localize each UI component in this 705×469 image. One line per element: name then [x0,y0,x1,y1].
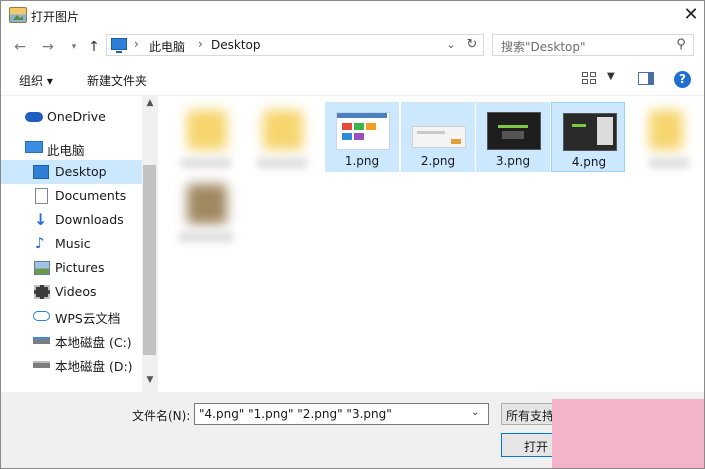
sidebar-item-label: Videos [55,284,97,299]
folder-icon [187,110,227,150]
view-options-dropdown-icon[interactable]: ▼ [607,71,615,82]
search-placeholder[interactable]: 搜索"Desktop" [501,38,586,55]
image-thumbnail-2 [412,126,466,148]
open-button-label: 打开 [524,440,549,454]
sidebar-scroll-thumb[interactable] [143,165,156,355]
change-view-icon[interactable] [582,72,598,86]
sidebar-item-videos[interactable]: Videos [1,280,142,304]
scroll-up-icon[interactable]: ▲ [142,98,158,108]
file-name: 4.png [571,155,607,169]
filename-value[interactable]: "4.png" "1.png" "2.png" "3.png" [199,407,392,421]
watermark-overlay [552,399,704,468]
sidebar-item-label: Music [55,236,91,251]
breadcrumb-separator-icon[interactable]: › [134,37,139,51]
picture-app-icon [9,7,27,23]
blurred-file-item[interactable] [179,184,233,242]
desktop-icon [33,165,49,179]
sidebar-item-pictures[interactable]: Pictures [1,256,142,280]
filename-field[interactable]: "4.png" "1.png" "2.png" "3.png" ⌄ [194,403,489,425]
image-thumbnail-3 [487,112,541,150]
drive-icon [33,337,50,344]
file-name: 3.png [495,154,531,168]
sidebar-item-label: 本地磁盘 (D:) [55,359,133,374]
sidebar-item-music[interactable]: ♪ Music [1,232,142,256]
organize-menu-button[interactable]: 组织 ▾ [19,72,53,89]
refresh-icon[interactable]: ↻ [463,36,481,54]
sidebar-item-this-pc[interactable]: 此电脑 [1,136,142,160]
folder-icon [263,110,303,150]
computer-icon [111,38,127,53]
pictures-icon [34,261,50,275]
title-bar: 打开图片 ✕ [1,1,704,31]
open-image-dialog: 打开图片 ✕ ← → ▾ ↑ › 此电脑 › Desktop ⌄ ↻ 搜索"De… [0,0,705,469]
sidebar-item-label: OneDrive [47,109,106,124]
address-bar[interactable]: › 此电脑 › Desktop ⌄ ↻ [106,34,484,56]
sidebar-item-label: Downloads [55,212,124,227]
search-box[interactable]: 搜索"Desktop" ⚲ [492,34,694,56]
breadcrumb-separator-icon[interactable]: › [198,37,203,51]
help-icon[interactable]: ? [674,71,691,88]
file-tile[interactable]: 3.png [476,102,550,172]
sidebar-item-downloads[interactable]: ↓ Downloads [1,208,142,232]
sidebar-item-label: Desktop [55,164,107,179]
breadcrumb-desktop[interactable]: Desktop [211,38,261,52]
search-icon[interactable]: ⚲ [673,37,689,53]
file-name: 2.png [420,154,456,168]
folder-icon [649,110,683,150]
navigation-pane: OneDrive 此电脑 Desktop Documents ↓ Downloa… [1,96,158,392]
chevron-down-icon[interactable]: ⌄ [471,407,479,418]
file-list: 1.png 2.png 3.png 4.png [159,96,704,392]
command-bar: 组织 ▾ 新建文件夹 ▼ ? [1,65,704,96]
recent-locations-chevron-icon[interactable]: ▾ [65,38,83,56]
sidebar-item-documents[interactable]: Documents [1,184,142,208]
documents-icon [35,188,48,204]
blurred-file-item[interactable] [649,110,689,168]
scroll-down-icon[interactable]: ▼ [142,375,158,385]
close-icon[interactable]: ✕ [679,3,703,27]
sidebar-item-drive-d[interactable]: 本地磁盘 (D:) [1,352,142,376]
forward-arrow-icon[interactable]: → [39,38,57,56]
sidebar-item-label: WPS云文档 [55,311,121,326]
music-icon: ♪ [35,234,45,252]
file-name: 1.png [344,154,380,168]
window-title: 打开图片 [31,10,80,24]
back-arrow-icon[interactable]: ← [11,38,29,56]
download-icon: ↓ [34,210,48,229]
sidebar-item-label: 此电脑 [47,143,85,158]
up-arrow-icon[interactable]: ↑ [85,38,103,56]
cloud-icon [25,112,43,122]
sidebar-item-wps-cloud[interactable]: WPS云文档 [1,304,142,328]
sidebar-item-label: Documents [55,188,127,203]
breadcrumb-this-pc[interactable]: 此电脑 [149,38,185,55]
image-thumbnail-1 [336,112,390,150]
blurred-file-item[interactable] [181,110,231,168]
sidebar-item-onedrive[interactable]: OneDrive [1,105,142,129]
drive-icon [33,361,50,368]
sidebar-item-label: 本地磁盘 (C:) [55,335,132,350]
image-thumbnail-4 [563,113,617,151]
sidebar-item-desktop[interactable]: Desktop [1,160,142,184]
preview-pane-icon[interactable] [638,72,654,85]
file-tile[interactable]: 1.png [325,102,399,172]
address-dropdown-icon[interactable]: ⌄ [443,37,459,53]
computer-icon [25,141,43,153]
filename-label: 文件名(N): [132,409,191,423]
file-tile[interactable]: 2.png [401,102,475,172]
new-folder-button[interactable]: 新建文件夹 [87,72,147,89]
file-tile[interactable]: 4.png [551,102,625,172]
blurred-file-item[interactable] [257,110,307,168]
image-icon [187,184,227,224]
videos-icon [34,285,50,299]
sidebar-item-drive-c[interactable]: 本地磁盘 (C:) [1,328,142,352]
sidebar-item-label: Pictures [55,260,105,275]
wps-cloud-icon [33,311,50,321]
